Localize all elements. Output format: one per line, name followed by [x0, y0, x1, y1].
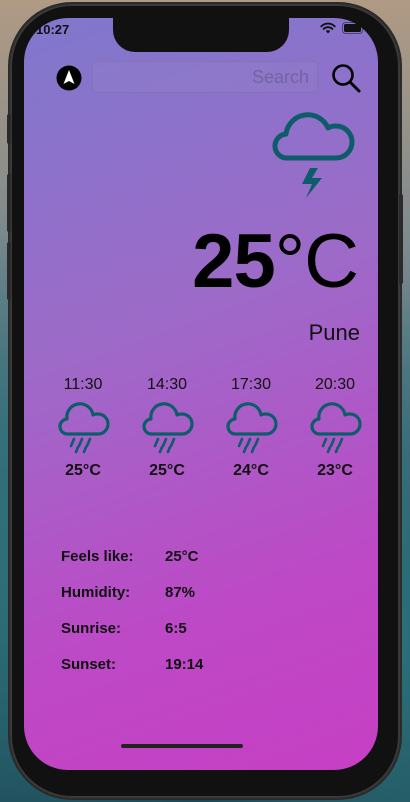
battery-icon — [342, 22, 366, 34]
forecast-time: 17:30 — [230, 376, 272, 393]
wifi-icon — [320, 22, 336, 34]
detail-value: 25°C — [165, 547, 199, 565]
power-button — [399, 194, 403, 284]
forecast-item: 14:30 25°C — [132, 376, 202, 480]
mute-switch — [7, 114, 11, 144]
notch — [113, 18, 289, 52]
forecast-time: 14:30 — [146, 376, 188, 393]
status-icons — [320, 22, 366, 34]
cloud-rain-icon — [58, 402, 110, 454]
detail-label: Feels like: — [61, 547, 134, 565]
search-input[interactable] — [92, 61, 318, 93]
volume-up-button — [7, 174, 11, 232]
detail-row-sunset: Sunset: 19:14 — [61, 646, 203, 682]
forecast-item: 20:30 23°C — [300, 376, 370, 480]
forecast-temp: 23°C — [317, 462, 353, 479]
status-time: 10:27 — [36, 22, 70, 37]
detail-label: Sunrise: — [61, 619, 122, 637]
temperature-value: 25 — [192, 219, 276, 304]
volume-down-button — [7, 242, 11, 300]
forecast-temp: 25°C — [65, 462, 101, 479]
weather-details: Feels like: 25°C Humidity: 87% Sunrise: … — [61, 538, 203, 682]
forecast-temp: 25°C — [149, 462, 185, 479]
search-icon[interactable] — [330, 62, 362, 94]
detail-label: Humidity: — [61, 583, 131, 601]
cloud-rain-icon — [310, 402, 362, 454]
detail-row-humidity: Humidity: 87% — [61, 574, 203, 610]
cloud-rain-icon — [226, 402, 278, 454]
forecast-temp: 24°C — [233, 462, 269, 479]
location-arrow-icon[interactable] — [56, 65, 82, 91]
home-indicator[interactable] — [121, 744, 243, 748]
forecast-time: 20:30 — [314, 376, 356, 393]
cloud-rain-icon — [142, 402, 194, 454]
hourly-forecast: 11:30 25°C 14:30 25°C 17:30 24°C 20:30 2… — [48, 376, 370, 480]
city-name: Pune — [308, 320, 360, 345]
forecast-item: 11:30 25°C — [48, 376, 118, 480]
cloud-lightning-icon — [272, 112, 355, 198]
detail-row-sunrise: Sunrise: 6:5 — [61, 610, 203, 646]
detail-row-feels-like: Feels like: 25°C — [61, 538, 203, 574]
detail-label: Sunset: — [61, 655, 117, 673]
detail-value: 19:14 — [165, 655, 204, 673]
detail-value: 87% — [165, 583, 196, 601]
temperature-unit: °C — [274, 219, 359, 304]
detail-value: 6:5 — [165, 619, 187, 637]
forecast-item: 17:30 24°C — [216, 376, 286, 480]
forecast-time: 11:30 — [63, 376, 103, 393]
current-temperature: 25°C — [192, 218, 359, 305]
